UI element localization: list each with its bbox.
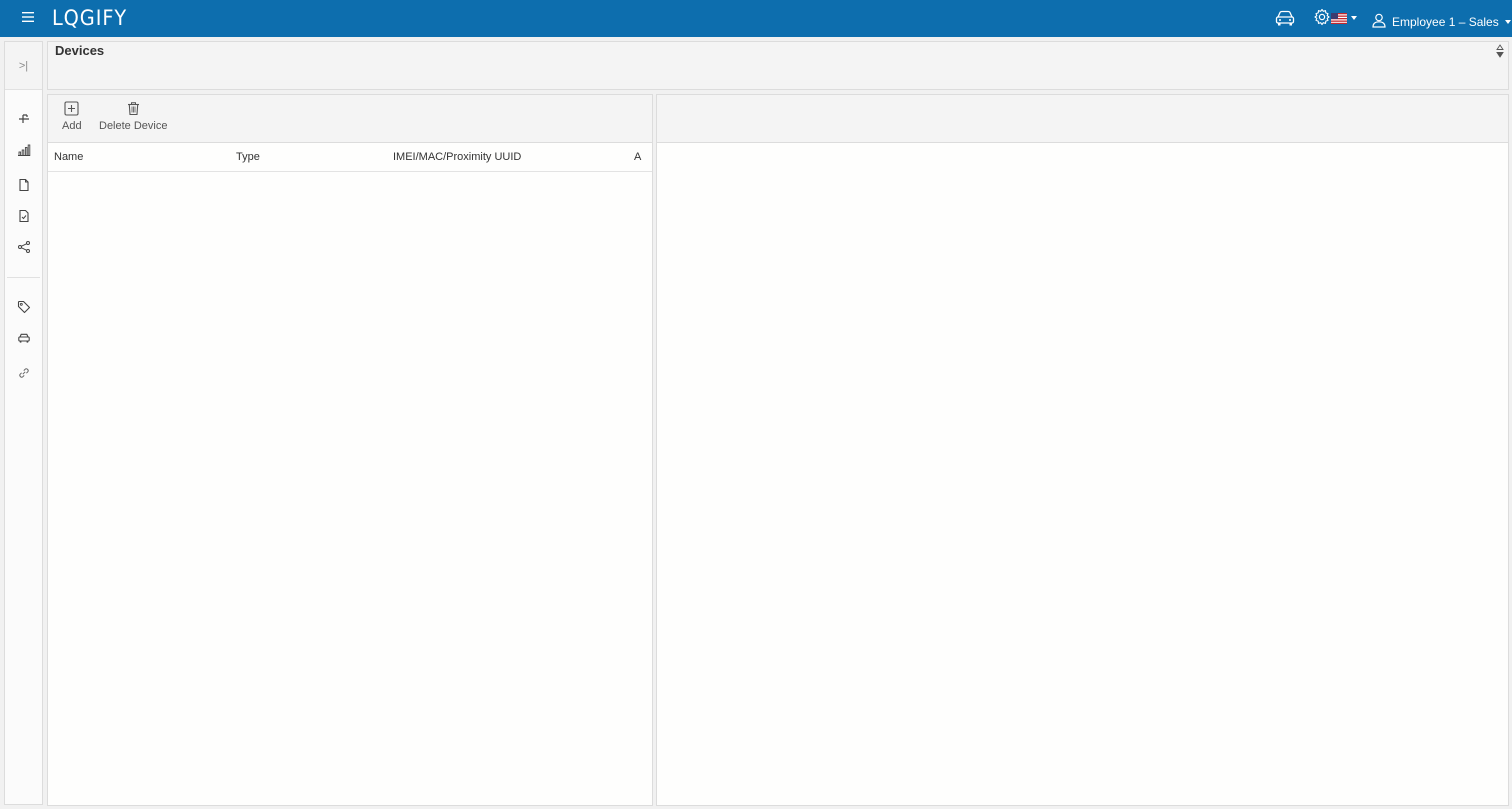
link-icon[interactable] <box>17 366 31 380</box>
expand-sidebar-button[interactable]: >| <box>5 42 42 90</box>
delete-device-label: Delete Device <box>99 120 168 132</box>
route-icon[interactable] <box>17 112 31 126</box>
document-icon[interactable] <box>17 178 31 192</box>
car-icon[interactable] <box>1274 8 1296 28</box>
column-header-type[interactable]: Type <box>236 151 260 163</box>
page-title: Devices <box>55 43 105 58</box>
user-icon <box>1372 13 1386 28</box>
share-icon[interactable] <box>17 240 31 254</box>
us-flag-icon[interactable] <box>1331 13 1347 24</box>
device-list-panel: Add Delete Device Name Type IMEI/MAC/Pro… <box>47 94 653 806</box>
gear-icon[interactable] <box>1313 8 1331 26</box>
car-icon[interactable] <box>17 331 31 345</box>
top-navigation-bar: LQGIFY Employee 1 – Sales <box>0 0 1512 37</box>
user-dropdown-caret-icon <box>1504 19 1511 24</box>
user-menu[interactable]: Employee 1 – Sales <box>1372 9 1511 31</box>
column-header-name[interactable]: Name <box>54 151 83 163</box>
collapse-header-icon[interactable] <box>1496 44 1504 58</box>
user-name: Employee 1 – Sales <box>1392 14 1499 29</box>
hamburger-icon[interactable] <box>19 8 37 26</box>
bar-chart-icon[interactable] <box>17 143 31 157</box>
left-icon-rail: >| <box>4 41 43 805</box>
column-header-identifier[interactable]: IMEI/MAC/Proximity UUID <box>393 151 521 163</box>
page-header: Devices <box>47 41 1509 90</box>
device-table-header: Name Type IMEI/MAC/Proximity UUID A <box>48 143 652 172</box>
device-toolbar: Add Delete Device <box>48 95 652 143</box>
column-header-a[interactable]: A <box>634 151 641 163</box>
delete-device-button[interactable]: Delete Device <box>99 101 167 132</box>
app-logo[interactable]: LQGIFY <box>52 6 127 30</box>
add-label: Add <box>62 120 82 132</box>
rail-divider <box>7 277 40 278</box>
expand-sidebar-icon: >| <box>18 59 29 72</box>
device-details-panel <box>656 94 1509 806</box>
language-dropdown-caret-icon[interactable] <box>1351 16 1357 20</box>
details-header <box>657 95 1508 143</box>
checked-document-icon[interactable] <box>17 209 31 223</box>
add-device-button[interactable]: Add <box>62 101 82 132</box>
trash-icon <box>127 102 139 116</box>
add-icon <box>64 101 79 116</box>
tag-icon[interactable] <box>17 300 31 314</box>
